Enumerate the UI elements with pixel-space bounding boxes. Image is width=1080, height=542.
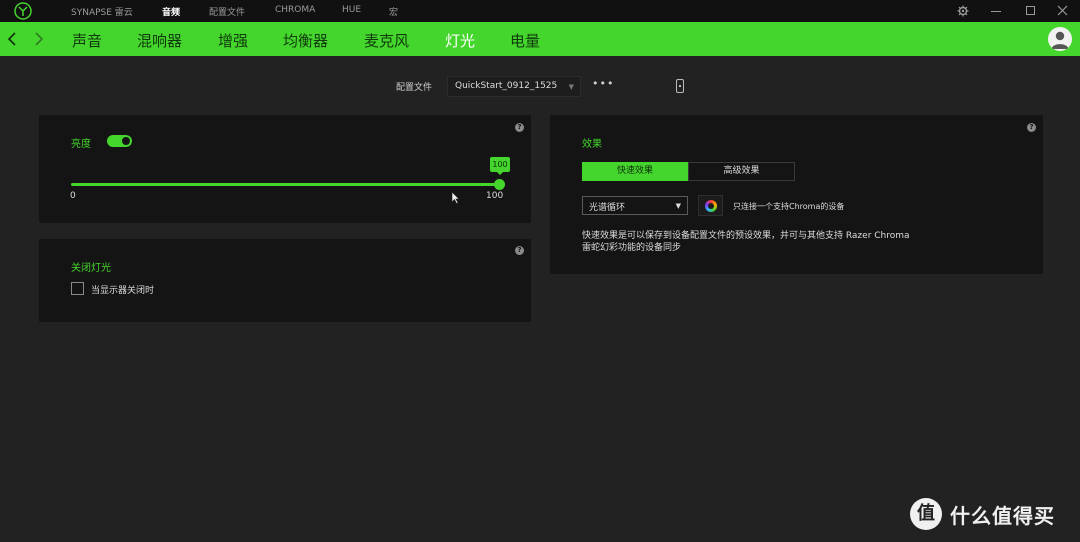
display-off-checkbox[interactable] <box>71 282 84 295</box>
device-battery-icon[interactable] <box>676 79 684 93</box>
chevron-down-icon: ▼ <box>568 83 574 91</box>
display-off-label: 当显示器关闭时 <box>91 286 155 296</box>
razer-logo-icon[interactable] <box>14 2 32 20</box>
effects-title: 效果 <box>582 139 602 150</box>
lights-off-help-icon[interactable]: ? <box>515 246 524 255</box>
nav-sound[interactable]: 声音 <box>72 30 102 51</box>
chevron-down-icon: ▼ <box>675 202 681 210</box>
app-title[interactable]: SYNAPSE 雷云 <box>71 5 133 18</box>
quick-effects-description: 快速效果是可以保存到设备配置文件的预设效果，并可与其他支持 Razer Chro… <box>582 231 910 253</box>
brightness-help-icon[interactable]: ? <box>515 123 524 132</box>
back-arrow-icon[interactable] <box>7 32 17 46</box>
profile-value: QuickStart_0912_1525 <box>455 81 558 91</box>
top-tab-macro[interactable]: 宏 <box>389 5 398 18</box>
lights-off-title: 关闭灯光 <box>71 263 111 274</box>
tab-advanced-effects[interactable]: 高级效果 <box>688 162 795 181</box>
slider-min-label: 0 <box>70 191 76 201</box>
nav-lighting[interactable]: 灯光 <box>445 30 475 51</box>
effect-value: 光谱循环 <box>589 203 626 213</box>
minimize-icon[interactable] <box>991 11 1001 12</box>
top-tab-hue[interactable]: HUE <box>342 5 361 15</box>
nav-microphone[interactable]: 麦克风 <box>364 30 409 51</box>
mouse-cursor-icon <box>451 191 460 204</box>
brightness-label: 亮度 <box>71 139 91 150</box>
user-avatar-icon[interactable] <box>1048 27 1072 51</box>
nav-enhance[interactable]: 增强 <box>218 30 248 51</box>
effects-help-icon[interactable]: ? <box>1027 123 1036 132</box>
brightness-panel <box>39 115 531 223</box>
lights-off-panel <box>39 239 531 322</box>
tab-quick-effects[interactable]: 快速效果 <box>582 162 688 181</box>
close-icon[interactable] <box>1057 5 1068 16</box>
brightness-slider-handle[interactable] <box>494 179 505 190</box>
brightness-slider-track[interactable] <box>71 183 500 186</box>
chroma-connect-button[interactable] <box>698 195 723 216</box>
more-options-button[interactable]: ••• <box>592 77 614 90</box>
profile-dropdown[interactable]: QuickStart_0912_1525 ▼ <box>447 76 581 97</box>
watermark: 值 什么值得买 <box>910 498 1055 530</box>
top-tab-profiles[interactable]: 配置文件 <box>209 5 245 18</box>
settings-gear-icon[interactable] <box>957 5 969 17</box>
top-tab-chroma[interactable]: CHROMA <box>275 5 315 15</box>
top-tab-audio[interactable]: 音频 <box>162 5 180 18</box>
brightness-toggle[interactable] <box>107 135 132 147</box>
forward-arrow-icon[interactable] <box>34 32 44 46</box>
nav-equalizer[interactable]: 均衡器 <box>283 30 328 51</box>
chroma-connect-text: 只连接一个支持Chroma的设备 <box>733 202 845 211</box>
effect-dropdown[interactable]: 光谱循环 ▼ <box>582 196 688 215</box>
chroma-ring-icon <box>705 200 717 212</box>
slider-max-label: 100 <box>486 191 504 201</box>
maximize-icon[interactable] <box>1026 6 1035 15</box>
nav-power[interactable]: 电量 <box>510 30 540 51</box>
nav-mixer[interactable]: 混响器 <box>137 30 182 51</box>
watermark-badge: 值 <box>910 498 942 530</box>
profile-label: 配置文件 <box>396 83 433 93</box>
watermark-text: 什么值得买 <box>950 503 1055 528</box>
brightness-value-bubble: 100 <box>490 157 510 175</box>
